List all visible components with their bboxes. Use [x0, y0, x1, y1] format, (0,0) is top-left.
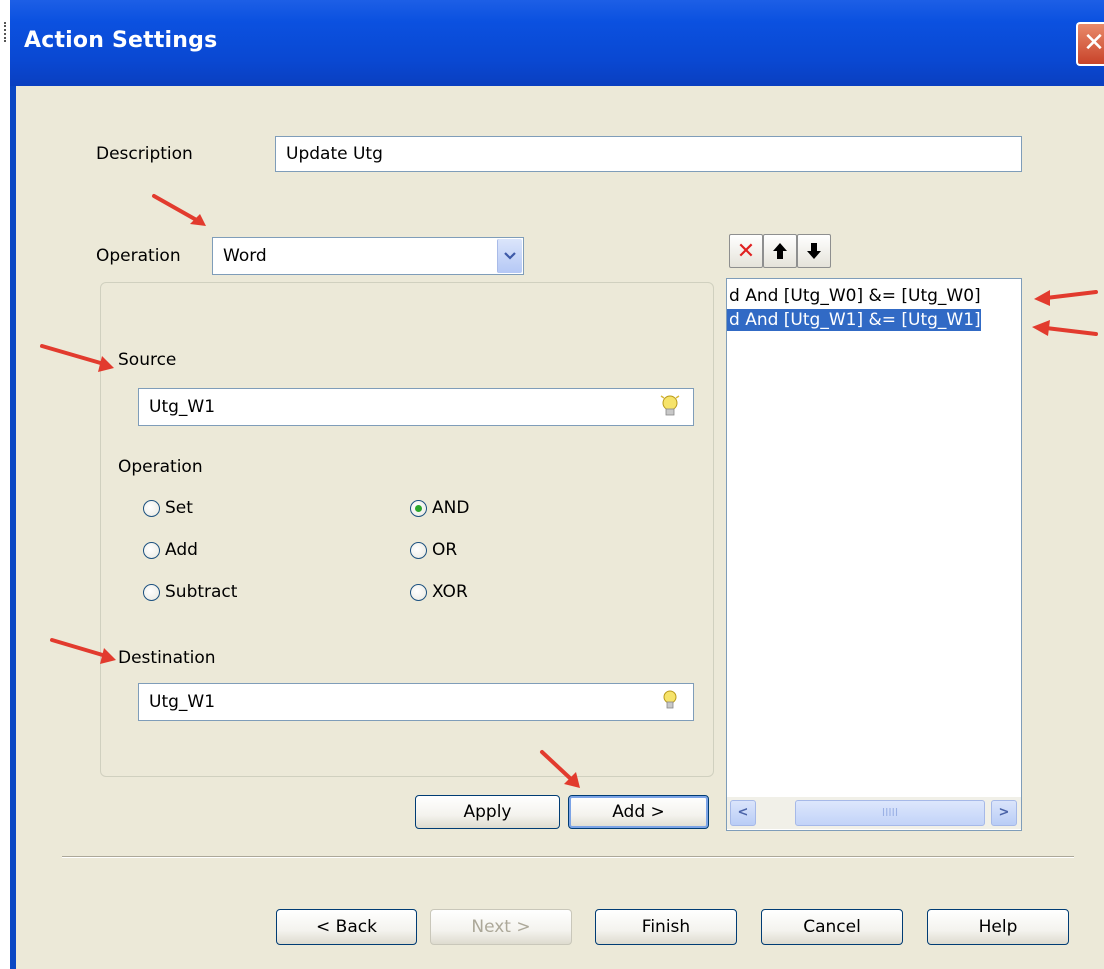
annotation-arrow-icon [40, 344, 114, 372]
description-input[interactable]: Update Utg [275, 136, 1022, 172]
apply-button[interactable]: Apply [415, 795, 560, 829]
source-input[interactable]: Utg_W1 [138, 388, 694, 426]
back-button[interactable]: < Back [276, 909, 417, 945]
radio-xor-label: XOR [432, 582, 468, 602]
annotation-arrow-icon [152, 194, 206, 226]
move-down-icon[interactable] [797, 234, 831, 268]
next-button[interactable]: Next > [430, 909, 572, 945]
list-item[interactable]: d And [Utg_W1] &= [Utg_W1] [727, 309, 981, 331]
destination-value: Utg_W1 [149, 692, 216, 712]
radio-set-indicator[interactable] [143, 499, 160, 517]
radio-subtract[interactable]: Subtract [143, 582, 237, 602]
annotation-arrow-icon [540, 750, 580, 788]
radio-or[interactable]: OR [410, 540, 457, 560]
radio-add-label: Add [165, 540, 198, 560]
radio-or-label: OR [432, 540, 458, 560]
radio-xor[interactable]: XOR [410, 582, 468, 602]
delete-icon[interactable]: ✕ [729, 234, 763, 268]
operation-group-label: Operation [118, 457, 203, 477]
help-button[interactable]: Help [927, 909, 1069, 945]
radio-or-indicator[interactable] [410, 541, 427, 559]
cancel-button[interactable]: Cancel [761, 909, 903, 945]
scroll-left-button[interactable]: < [730, 800, 756, 826]
add-button[interactable]: Add > [568, 795, 709, 829]
source-label: Source [118, 350, 177, 370]
title-bar[interactable]: Action Settings [10, 0, 1104, 86]
finish-button[interactable]: Finish [595, 909, 737, 945]
radio-set-label: Set [165, 498, 193, 518]
radio-subtract-label: Subtract [165, 582, 238, 602]
source-value: Utg_W1 [149, 397, 216, 417]
annotation-arrow-icon [1034, 290, 1098, 306]
lightbulb-icon[interactable] [658, 688, 682, 712]
window-title: Action Settings [24, 28, 218, 53]
destination-label: Destination [118, 648, 216, 668]
radio-add-indicator[interactable] [143, 541, 160, 559]
lightbulb-icon[interactable] [658, 394, 682, 418]
footer-divider [62, 856, 1074, 858]
radio-and-indicator[interactable] [410, 499, 427, 517]
window-edge-marker [4, 22, 10, 42]
radio-set[interactable]: Set [143, 498, 193, 518]
radio-add[interactable]: Add [143, 540, 198, 560]
radio-xor-indicator[interactable] [410, 583, 427, 601]
radio-and[interactable]: AND [410, 498, 469, 518]
close-button[interactable]: ✕ [1076, 22, 1104, 66]
list-item[interactable]: d And [Utg_W0] &= [Utg_W0] [727, 285, 981, 307]
operation-combo-label: Operation [96, 246, 181, 266]
annotation-arrow-icon [1032, 320, 1098, 336]
action-list[interactable]: d And [Utg_W0] &= [Utg_W0] d And [Utg_W1… [726, 278, 1022, 831]
operation-dropdown[interactable]: Word [212, 237, 524, 275]
destination-input[interactable]: Utg_W1 [138, 683, 694, 721]
horizontal-scrollbar[interactable]: < IIIII > [727, 797, 1021, 829]
scroll-right-button[interactable]: > [991, 800, 1017, 826]
chevron-down-icon[interactable] [497, 239, 522, 273]
description-value: Update Utg [286, 144, 383, 164]
radio-and-label: AND [432, 498, 470, 518]
radio-subtract-indicator[interactable] [143, 583, 160, 601]
annotation-arrow-icon [50, 638, 116, 664]
move-up-icon[interactable] [763, 234, 797, 268]
operation-dropdown-value: Word [223, 246, 267, 266]
scroll-thumb[interactable]: IIIII [795, 800, 985, 826]
description-label: Description [96, 144, 193, 164]
